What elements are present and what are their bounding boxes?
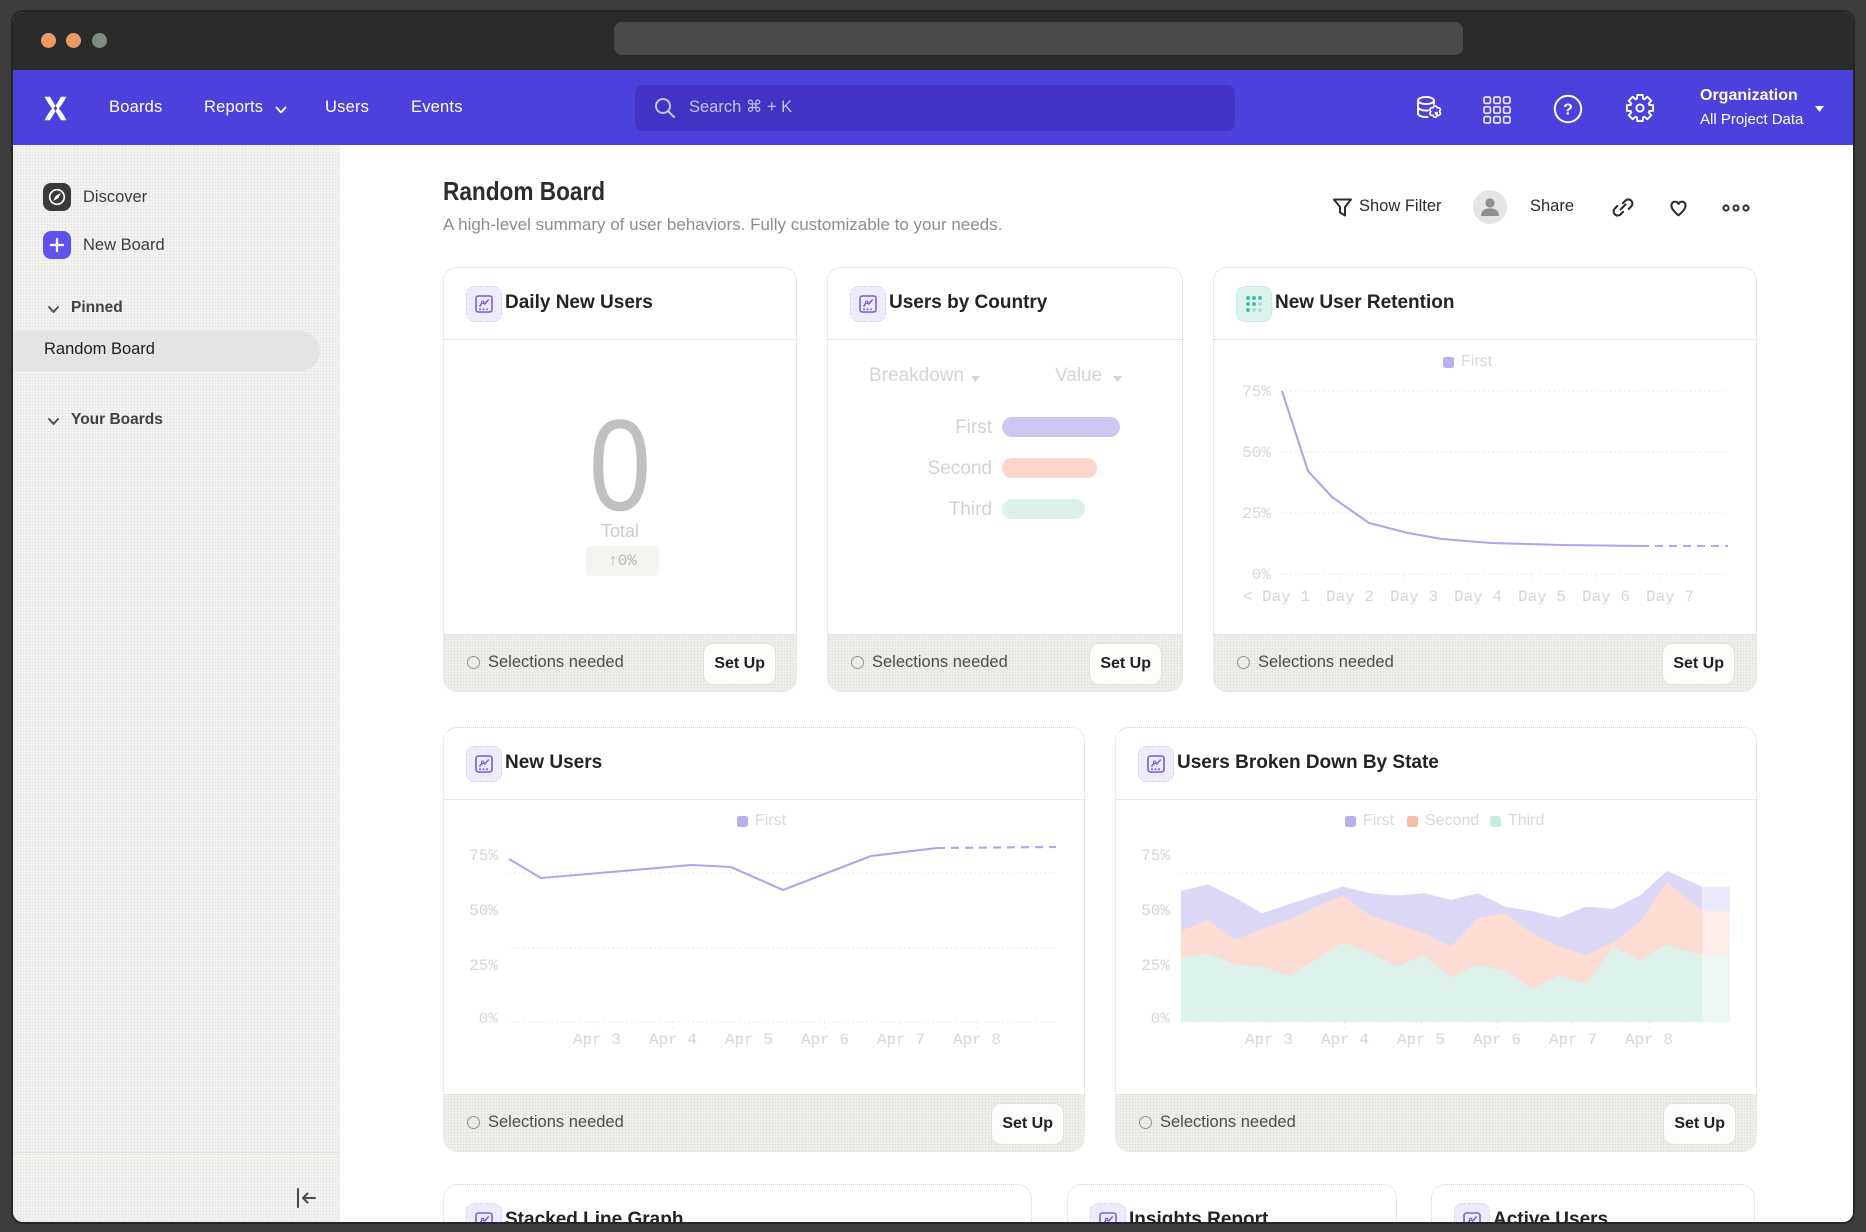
svg-text:?: ?	[1563, 102, 1573, 119]
